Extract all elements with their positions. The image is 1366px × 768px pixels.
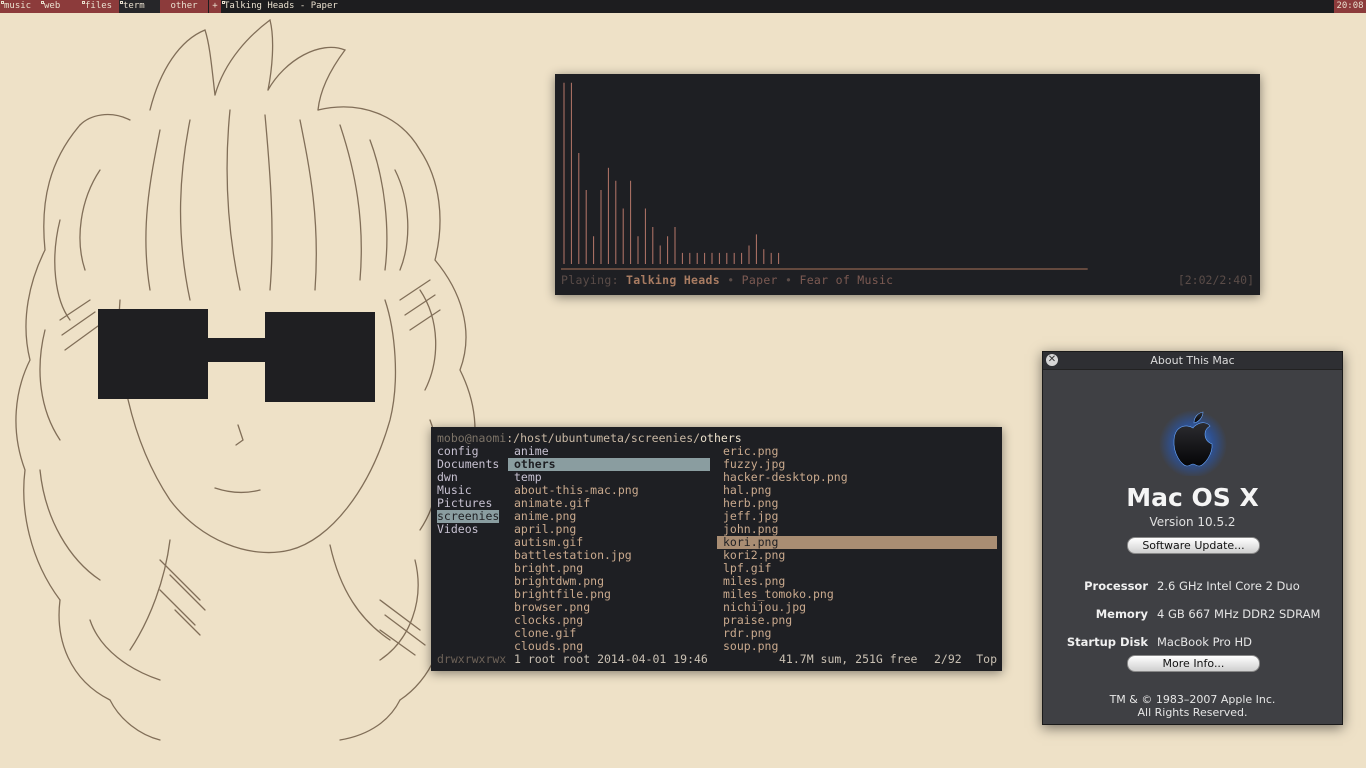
spec-label: Processor xyxy=(1084,579,1148,593)
current-path: mobo@naomi:/host/ubuntumeta/screenies/ot… xyxy=(437,432,742,445)
parent-directory-column: config Documents dwn Music Pictures screenies… xyxy=(437,445,501,536)
tag-label: other xyxy=(170,1,198,11)
scroll-indicator: Top xyxy=(976,652,997,666)
tag-web[interactable]: web xyxy=(40,0,81,13)
tag-term[interactable]: term xyxy=(119,0,160,13)
copyright: TM & © 1983–2007 Apple Inc. All Rights R… xyxy=(1043,693,1342,719)
spec-value: MacBook Pro HD xyxy=(1157,635,1252,649)
music-visualizer-window[interactable]: Playing: Talking Heads • Paper • Fear of… xyxy=(555,74,1260,295)
spec-label: Memory xyxy=(1095,607,1148,621)
spec-label: Startup Disk xyxy=(1066,635,1148,649)
window-title: About This Mac xyxy=(1150,354,1235,367)
window-title: Talking Heads - Paper xyxy=(222,0,338,13)
tag-marker-icon xyxy=(41,1,44,4)
apple-logo-icon xyxy=(1159,410,1227,476)
tag-marker-icon xyxy=(82,1,85,4)
tag-marker-icon xyxy=(222,1,225,4)
disk-summary: 41.7M sum, 251G free xyxy=(779,652,918,666)
track-name: Paper xyxy=(741,273,778,287)
file-info: 1 root root 2014-04-01 19:46 xyxy=(514,652,708,666)
top-status-bar: music web files term other + Talking Hea… xyxy=(0,0,1366,13)
spec-value: 2.6 GHz Intel Core 2 Duo xyxy=(1157,579,1300,593)
tag-other[interactable]: other xyxy=(160,0,208,13)
path-current: others xyxy=(700,431,742,445)
window-title-text: Talking Heads - Paper xyxy=(224,1,338,11)
close-icon[interactable]: ✕ xyxy=(1046,354,1058,366)
window-titlebar: About This Mac xyxy=(1043,352,1342,370)
album-name: Fear of Music xyxy=(799,273,894,287)
playing-label: Playing: xyxy=(561,273,619,287)
current-directory-column: anime others temp about-this-mac.png animate… xyxy=(508,445,710,653)
artist-name: Talking Heads xyxy=(626,273,720,287)
tag-label: web xyxy=(44,1,61,11)
position-counter: 2/92 xyxy=(934,652,962,666)
separator: • xyxy=(785,273,793,287)
layout-indicator[interactable]: + xyxy=(209,0,221,13)
left-lens xyxy=(98,309,208,399)
software-update-button[interactable]: Software Update... xyxy=(1127,537,1260,554)
path-parent: :/host/ubuntumeta/screenies/ xyxy=(506,431,701,445)
spec-value: 4 GB 667 MHz DDR2 SDRAM xyxy=(1157,607,1321,621)
tag-label: files xyxy=(85,1,113,11)
spectrum-bars xyxy=(561,82,1088,270)
file-manager-window[interactable]: mobo@naomi:/host/ubuntumeta/screenies/ot… xyxy=(431,427,1002,671)
copyright-line: All Rights Reserved. xyxy=(1137,706,1248,719)
preview-column: eric.png fuzzy.jpg hacker-desktop.png hal.p… xyxy=(717,445,997,653)
os-version: Version 10.5.2 xyxy=(1149,515,1236,529)
right-lens xyxy=(265,312,375,402)
glasses-bridge xyxy=(206,338,268,362)
track-time: [2:02/2:40] xyxy=(1177,273,1254,287)
tag-marker-icon xyxy=(120,1,123,4)
permissions: drwxrwxrwx xyxy=(437,652,507,666)
status-line: drwxrwxrwx 1 root root 2014-04-01 19:46 … xyxy=(437,653,997,666)
tag-marker-icon xyxy=(1,1,4,4)
os-name: Mac OS X xyxy=(1126,483,1259,512)
copyright-line: TM & © 1983–2007 Apple Inc. xyxy=(1109,693,1276,706)
clock: 20:08 xyxy=(1334,0,1366,13)
tag-label: music xyxy=(4,1,32,11)
tag-label: term xyxy=(123,1,145,11)
tag-music[interactable]: music xyxy=(0,0,40,13)
now-playing-line: Playing: Talking Heads • Paper • Fear of… xyxy=(561,273,893,287)
directory-entry[interactable]: Videos xyxy=(437,523,479,536)
tag-files[interactable]: files xyxy=(81,0,119,13)
about-this-mac-window[interactable]: About This Mac ✕ Mac OS X Version 10.5.2… xyxy=(1042,351,1343,725)
path-user: mobo@naomi xyxy=(437,431,507,445)
more-info-button[interactable]: More Info... xyxy=(1127,655,1260,672)
separator: • xyxy=(727,273,735,287)
